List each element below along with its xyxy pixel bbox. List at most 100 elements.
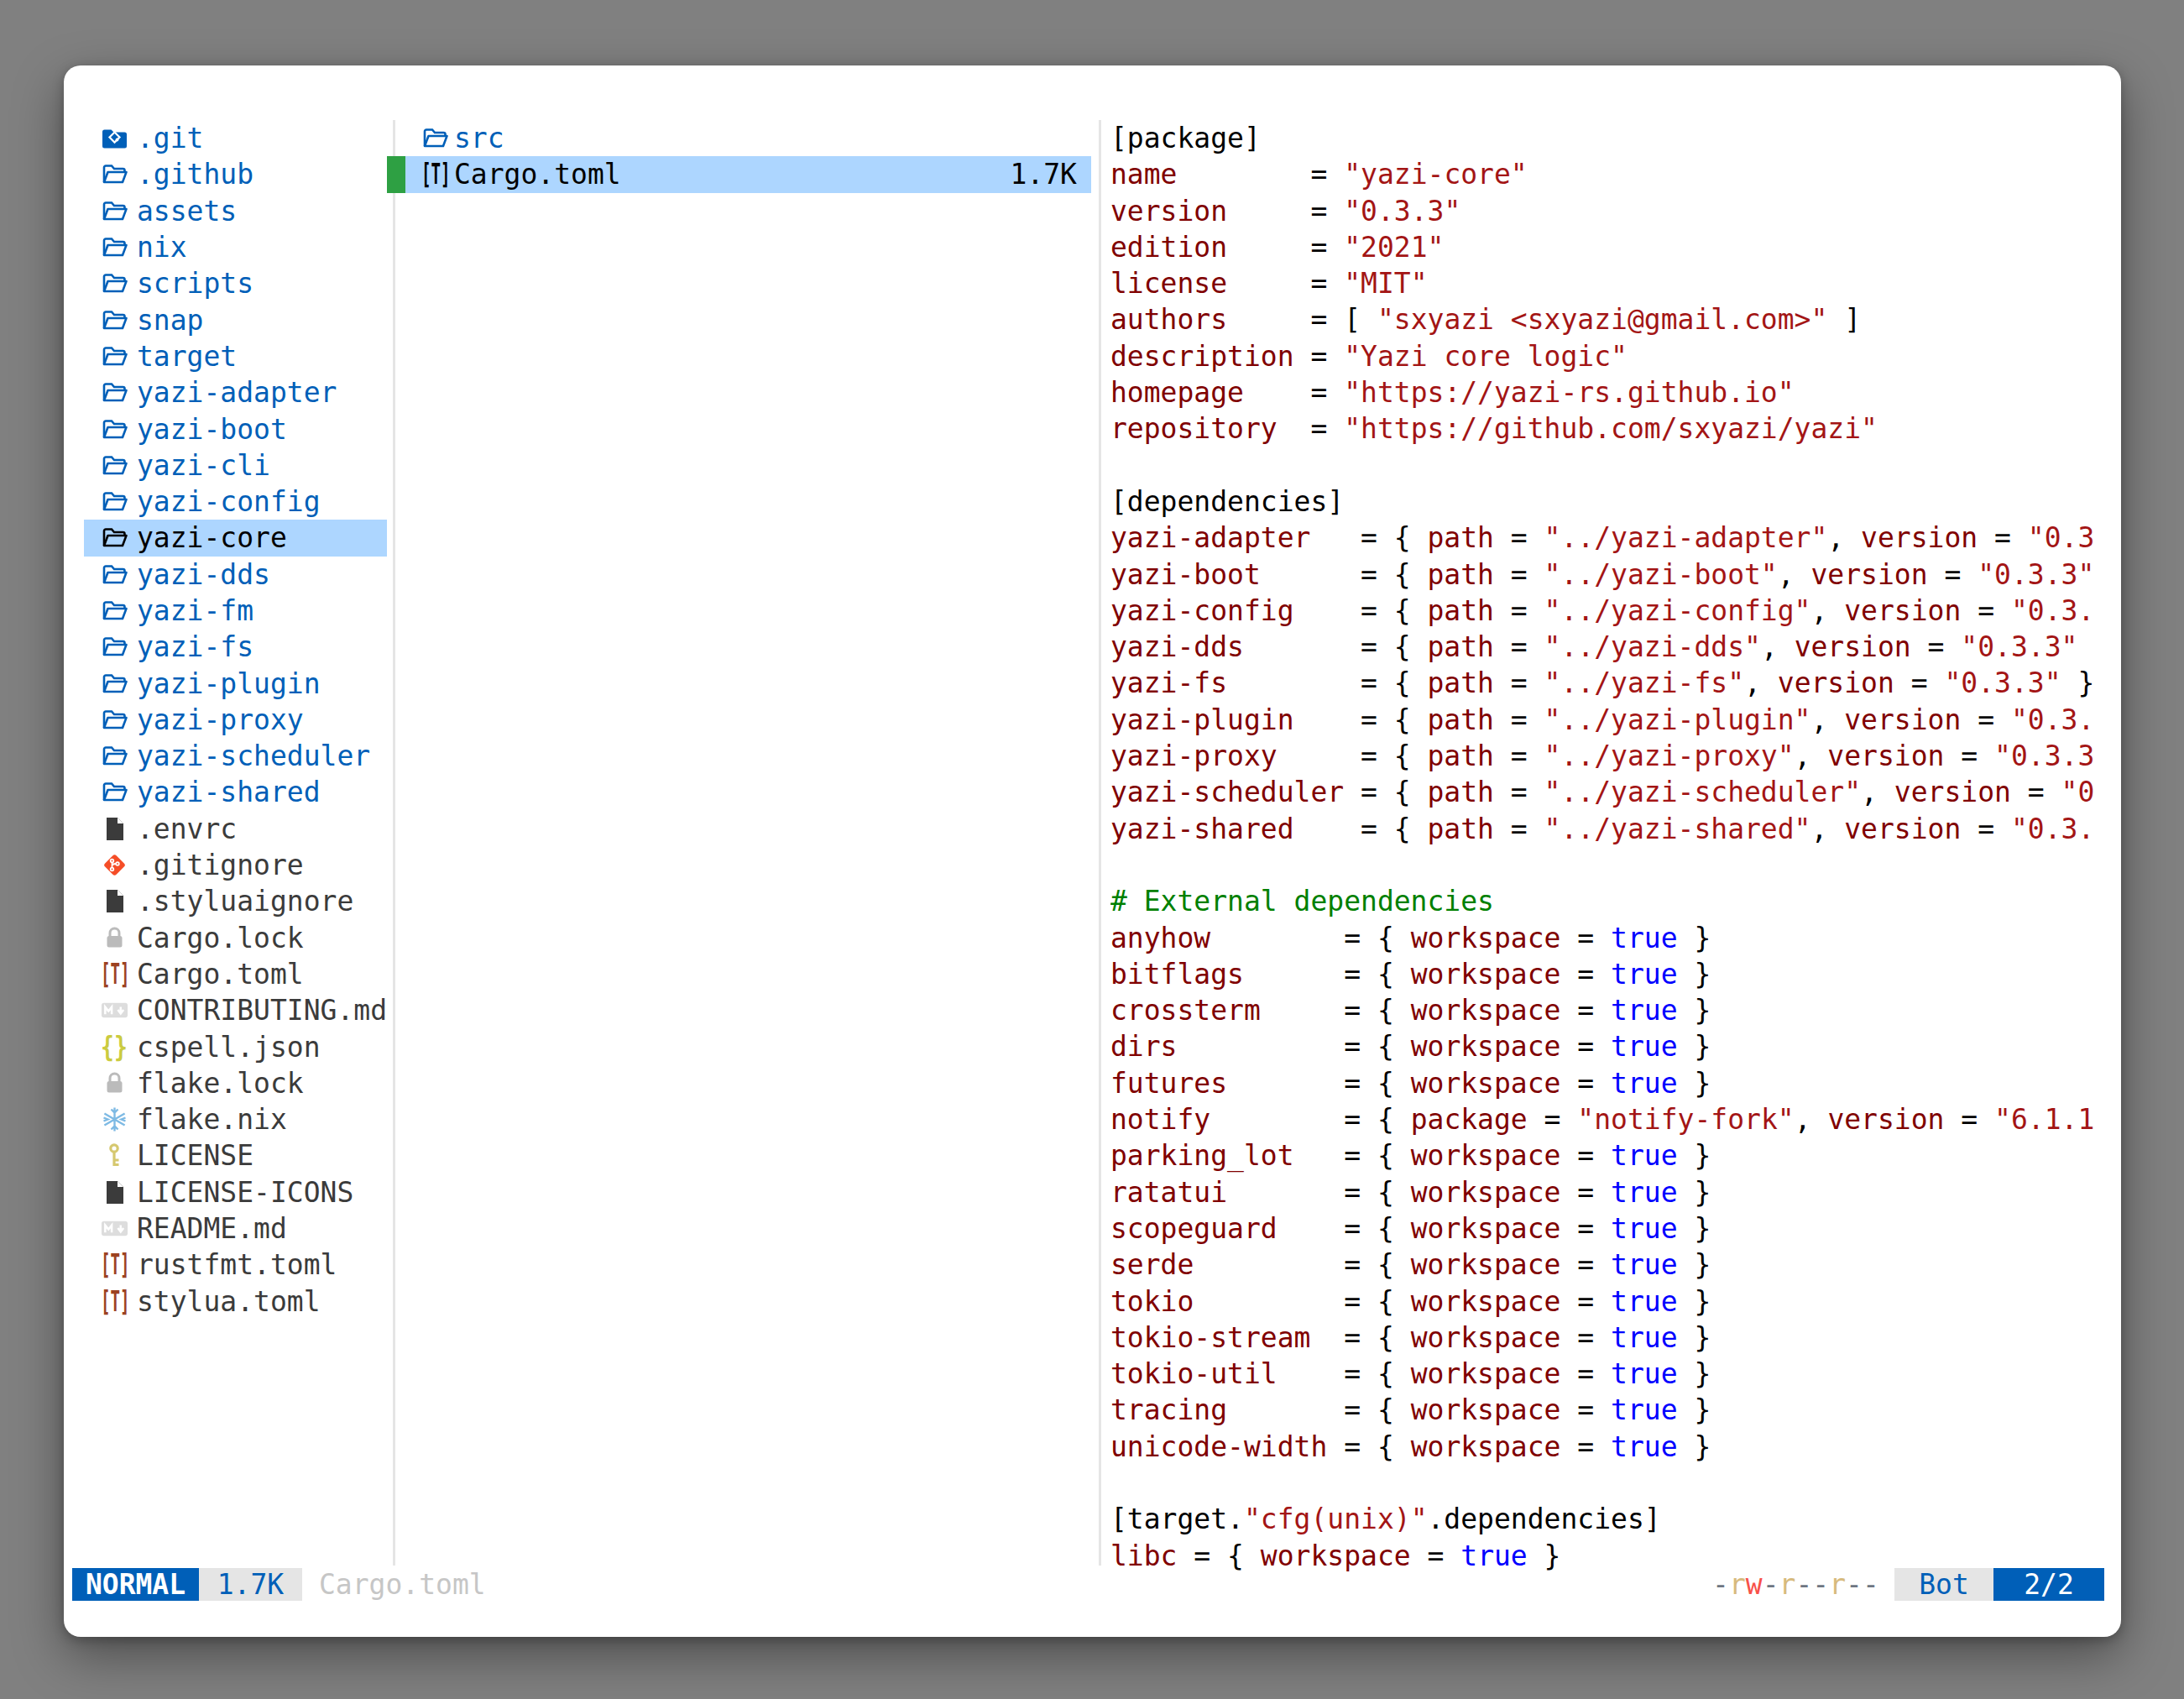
folder-open-icon xyxy=(101,633,128,661)
key-icon xyxy=(101,1142,128,1169)
file-row-yazi-config[interactable]: yazi-config xyxy=(84,484,387,520)
file-label: yazi-boot xyxy=(137,413,287,446)
file-label: nix xyxy=(137,231,187,264)
preview-line xyxy=(1110,447,2121,484)
file-row-Cargo.toml[interactable]: [T]Cargo.toml xyxy=(84,956,387,992)
preview-line: bitflags = { workspace = true } xyxy=(1110,956,2121,992)
file-position-badge: 2/2 xyxy=(1993,1568,2104,1601)
file-row-yazi-adapter[interactable]: yazi-adapter xyxy=(84,374,387,410)
file-label: rustfmt.toml xyxy=(137,1248,337,1281)
file-row-.gitignore[interactable]: .gitignore xyxy=(84,847,387,883)
folder-open-icon xyxy=(101,269,128,297)
file-row-yazi-cli[interactable]: yazi-cli xyxy=(84,447,387,484)
folder-open-icon xyxy=(101,379,128,406)
pane-divider-right xyxy=(1099,120,1101,1566)
file-row-Cargo.toml[interactable]: [T]Cargo.toml1.7K xyxy=(387,156,1091,192)
preview-line: yazi-config = { path = "../yazi-config",… xyxy=(1110,593,2121,629)
preview-line: homepage = "https://yazi-rs.github.io" xyxy=(1110,374,2121,410)
json-icon: {} xyxy=(101,1033,128,1061)
preview-line: yazi-fs = { path = "../yazi-fs", version… xyxy=(1110,665,2121,701)
file-row-yazi-core[interactable]: yazi-core xyxy=(84,520,387,556)
folder-open-icon xyxy=(101,306,128,334)
preview-line: description = "Yazi core logic" xyxy=(1110,338,2121,374)
toml-icon: [T] xyxy=(421,160,449,188)
file-label: yazi-fm xyxy=(137,594,253,627)
file-icon xyxy=(101,1179,128,1206)
file-row-target[interactable]: target xyxy=(84,338,387,374)
preview-line: yazi-adapter = { path = "../yazi-adapter… xyxy=(1110,520,2121,556)
markdown-icon xyxy=(101,996,128,1024)
preview-line: futures = { workspace = true } xyxy=(1110,1065,2121,1101)
file-label: README.md xyxy=(137,1212,287,1245)
file-label: target xyxy=(137,340,237,373)
file-row-LICENSE-ICONS[interactable]: LICENSE-ICONS xyxy=(84,1174,387,1210)
toml-icon: [T] xyxy=(101,1251,128,1278)
preview-line: anyhow = { workspace = true } xyxy=(1110,920,2121,956)
preview-line: [dependencies] xyxy=(1110,484,2121,520)
preview-line: [target."cfg(unix)".dependencies] xyxy=(1110,1501,2121,1537)
file-label: yazi-proxy xyxy=(137,703,304,736)
file-label: yazi-dds xyxy=(137,558,270,591)
lock-icon xyxy=(101,924,128,952)
preview-line: scopeguard = { workspace = true } xyxy=(1110,1210,2121,1247)
folder-open-icon xyxy=(101,597,128,625)
file-label: flake.nix xyxy=(137,1103,287,1136)
current-pane: src[T]Cargo.toml1.7K xyxy=(387,120,1091,193)
file-row-rustfmt.toml[interactable]: [T] rustfmt.toml xyxy=(84,1247,387,1283)
folder-open-icon xyxy=(101,342,128,370)
file-row-LICENSE[interactable]: LICENSE xyxy=(84,1137,387,1174)
preview-line: yazi-proxy = { path = "../yazi-proxy", v… xyxy=(1110,738,2121,774)
folder-open-icon xyxy=(101,197,128,225)
file-row-Cargo.lock[interactable]: Cargo.lock xyxy=(84,920,387,956)
folder-open-icon xyxy=(101,160,128,188)
status-filename: Cargo.toml xyxy=(319,1568,486,1601)
file-row-README.md[interactable]: README.md xyxy=(84,1210,387,1247)
preview-line: # External dependencies xyxy=(1110,883,2121,919)
file-row-yazi-proxy[interactable]: yazi-proxy xyxy=(84,702,387,738)
file-label: yazi-shared xyxy=(137,776,321,808)
file-label: flake.lock xyxy=(137,1067,304,1100)
file-row-.envrc[interactable]: .envrc xyxy=(84,811,387,847)
folder-open-icon xyxy=(101,670,128,698)
preview-line: repository = "https://github.com/sxyazi/… xyxy=(1110,410,2121,447)
file-label: snap xyxy=(137,304,203,337)
file-row-src[interactable]: src xyxy=(387,120,1091,156)
file-row-flake.nix[interactable]: flake.nix xyxy=(84,1101,387,1137)
file-row-yazi-shared[interactable]: yazi-shared xyxy=(84,774,387,810)
file-row-.github[interactable]: .github xyxy=(84,156,387,192)
file-row-flake.lock[interactable]: flake.lock xyxy=(84,1065,387,1101)
lock-icon xyxy=(101,1069,128,1097)
file-row-.git[interactable]: .git xyxy=(84,120,387,156)
preview-line: tokio-stream = { workspace = true } xyxy=(1110,1320,2121,1356)
preview-line: version = "0.3.3" xyxy=(1110,193,2121,229)
preview-line: unicode-width = { workspace = true } xyxy=(1110,1429,2121,1465)
preview-line: tokio = { workspace = true } xyxy=(1110,1283,2121,1320)
file-row-assets[interactable]: assets xyxy=(84,193,387,229)
file-label: cspell.json xyxy=(137,1031,321,1064)
file-row-CONTRIBUTING.md[interactable]: CONTRIBUTING.md xyxy=(84,992,387,1028)
preview-line: yazi-scheduler = { path = "../yazi-sched… xyxy=(1110,774,2121,810)
file-size-badge: 1.7K xyxy=(199,1568,302,1601)
file-label: yazi-scheduler xyxy=(137,740,370,772)
file-permissions: -rw-r--r-- xyxy=(1712,1568,1879,1601)
file-row-scripts[interactable]: scripts xyxy=(84,265,387,301)
file-row-yazi-fm[interactable]: yazi-fm xyxy=(84,593,387,629)
file-label: .gitignore xyxy=(137,849,304,881)
file-row-yazi-scheduler[interactable]: yazi-scheduler xyxy=(84,738,387,774)
file-row-yazi-fs[interactable]: yazi-fs xyxy=(84,629,387,665)
file-row-nix[interactable]: nix xyxy=(84,229,387,265)
file-row-stylua.toml[interactable]: [T]stylua.toml xyxy=(84,1283,387,1320)
git-file-icon xyxy=(101,851,128,879)
file-row-yazi-plugin[interactable]: yazi-plugin xyxy=(84,665,387,701)
file-row-.styluaignore[interactable]: .styluaignore xyxy=(84,883,387,919)
file-icon xyxy=(101,815,128,843)
toml-icon: [T] xyxy=(101,960,128,988)
file-row-cspell.json[interactable]: {} cspell.json xyxy=(84,1028,387,1064)
git-folder-icon xyxy=(101,124,128,152)
file-row-yazi-boot[interactable]: yazi-boot xyxy=(84,410,387,447)
preview-line: parking_lot = { workspace = true } xyxy=(1110,1137,2121,1174)
file-row-yazi-dds[interactable]: yazi-dds xyxy=(84,557,387,593)
preview-line: tokio-util = { workspace = true } xyxy=(1110,1356,2121,1392)
file-row-snap[interactable]: snap xyxy=(84,301,387,337)
file-label: stylua.toml xyxy=(137,1285,321,1318)
